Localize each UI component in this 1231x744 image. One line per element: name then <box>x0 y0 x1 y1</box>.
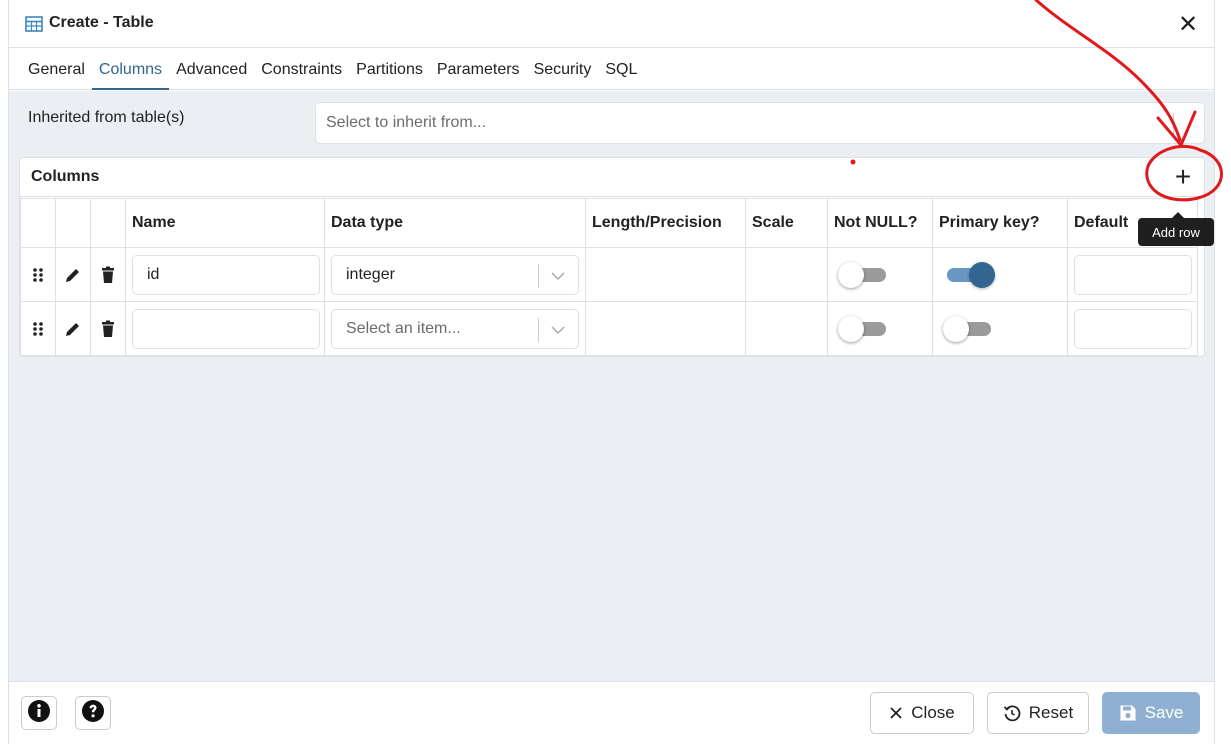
dialog-titlebar: Create - Table ✕ <box>9 0 1214 48</box>
dialog-title: Create - Table <box>49 13 154 31</box>
tab-general[interactable]: General <box>21 50 92 89</box>
default-cell <box>1067 247 1198 302</box>
columns-grid: Columns + Name Data type Length/Precisio… <box>19 157 1205 357</box>
tab-parameters[interactable]: Parameters <box>430 50 527 89</box>
select-separator <box>1173 113 1174 135</box>
save-button[interactable]: Save <box>1102 692 1200 734</box>
not-null-cell <box>827 247 933 302</box>
inherit-label: Inherited from table(s) <box>28 109 185 126</box>
scale-cell[interactable] <box>745 301 828 356</box>
floppy-disk-icon <box>1119 704 1137 722</box>
tab-constraints[interactable]: Constraints <box>254 50 349 89</box>
not-null-toggle[interactable] <box>838 261 888 288</box>
header-not-null: Not NULL? <box>827 198 933 248</box>
data-type-value: integer <box>346 265 395 283</box>
delete-cell <box>90 247 126 302</box>
header-drag <box>20 198 56 248</box>
trash-icon[interactable] <box>91 320 125 338</box>
drag-handle-icon[interactable] <box>21 267 55 283</box>
table-row: id integer <box>20 247 1198 302</box>
tab-sql[interactable]: SQL <box>598 50 644 89</box>
pencil-icon[interactable] <box>56 320 90 338</box>
drag-cell <box>20 301 56 356</box>
inherit-placeholder: Select to inherit from... <box>326 114 487 131</box>
drag-handle-icon[interactable] <box>21 321 55 337</box>
header-length-precision: Length/Precision <box>585 198 746 248</box>
name-cell: id <box>125 247 325 302</box>
inherit-row: Inherited from table(s) Select to inheri… <box>19 101 1205 145</box>
chevron-down-icon <box>551 325 565 334</box>
scale-cell[interactable] <box>745 247 828 302</box>
data-type-select[interactable]: integer <box>331 254 579 295</box>
add-row-tooltip: Add row <box>1138 212 1214 246</box>
edit-cell <box>55 301 91 356</box>
column-name-value: id <box>147 265 160 283</box>
tab-advanced[interactable]: Advanced <box>169 50 254 89</box>
reset-icon <box>1003 704 1021 722</box>
help-button[interactable] <box>75 696 111 730</box>
chevron-down-icon <box>551 271 565 280</box>
close-button-label: Close <box>911 703 955 722</box>
tab-security[interactable]: Security <box>527 50 599 89</box>
default-input[interactable] <box>1074 254 1192 295</box>
header-primary-key: Primary key? <box>932 198 1068 248</box>
create-table-dialog: Create - Table ✕ General Columns Advance… <box>8 0 1215 744</box>
columns-grid-header: Columns + <box>20 158 1204 197</box>
tab-partitions[interactable]: Partitions <box>349 50 430 89</box>
inherit-select[interactable]: Select to inherit from... <box>315 102 1205 144</box>
primary-key-toggle[interactable] <box>943 315 993 342</box>
not-null-cell <box>827 301 933 356</box>
column-name-input[interactable] <box>132 308 320 349</box>
delete-cell <box>90 301 126 356</box>
columns-header-row: Name Data type Length/Precision Scale No… <box>20 198 1198 248</box>
close-icon <box>889 706 903 720</box>
help-icon <box>81 699 105 728</box>
primary-key-toggle[interactable] <box>943 261 995 288</box>
reset-button-label: Reset <box>1028 703 1074 722</box>
columns-grid-title: Columns <box>31 168 100 185</box>
save-button-label: Save <box>1144 703 1184 722</box>
select-separator <box>538 263 539 288</box>
data-type-select[interactable]: Select an item... <box>331 308 579 349</box>
header-name: Name <box>125 198 325 248</box>
default-cell <box>1067 301 1198 356</box>
header-edit <box>55 198 91 248</box>
dialog-content: Inherited from table(s) Select to inheri… <box>9 91 1214 681</box>
dialog-footer: Close Reset Save <box>9 681 1214 744</box>
name-cell <box>125 301 325 356</box>
select-separator <box>538 317 539 342</box>
length-cell[interactable] <box>585 301 746 356</box>
primary-key-cell <box>932 301 1068 356</box>
trash-icon[interactable] <box>91 266 125 284</box>
header-data-type: Data type <box>324 198 586 248</box>
tab-bar: General Columns Advanced Constraints Par… <box>9 50 1214 90</box>
drag-cell <box>20 247 56 302</box>
edit-cell <box>55 247 91 302</box>
close-icon[interactable]: ✕ <box>1176 11 1200 38</box>
info-button[interactable] <box>21 696 57 730</box>
info-icon <box>27 699 51 728</box>
not-null-toggle[interactable] <box>838 315 888 342</box>
table-row: Select an item... <box>20 301 1198 356</box>
table-icon <box>25 15 43 33</box>
add-row-button[interactable]: + <box>1168 162 1198 192</box>
close-button[interactable]: Close <box>870 692 974 734</box>
header-scale: Scale <box>745 198 828 248</box>
length-cell[interactable] <box>585 247 746 302</box>
primary-key-cell <box>932 247 1068 302</box>
column-name-input[interactable]: id <box>132 254 320 295</box>
data-type-cell: Select an item... <box>324 301 586 356</box>
columns-table: Name Data type Length/Precision Scale No… <box>20 198 1198 356</box>
pencil-icon[interactable] <box>56 266 90 284</box>
reset-button[interactable]: Reset <box>987 692 1089 734</box>
tab-columns[interactable]: Columns <box>91 50 170 90</box>
default-input[interactable] <box>1074 308 1192 349</box>
data-type-cell: integer <box>324 247 586 302</box>
header-delete <box>90 198 126 248</box>
data-type-placeholder: Select an item... <box>346 319 461 337</box>
